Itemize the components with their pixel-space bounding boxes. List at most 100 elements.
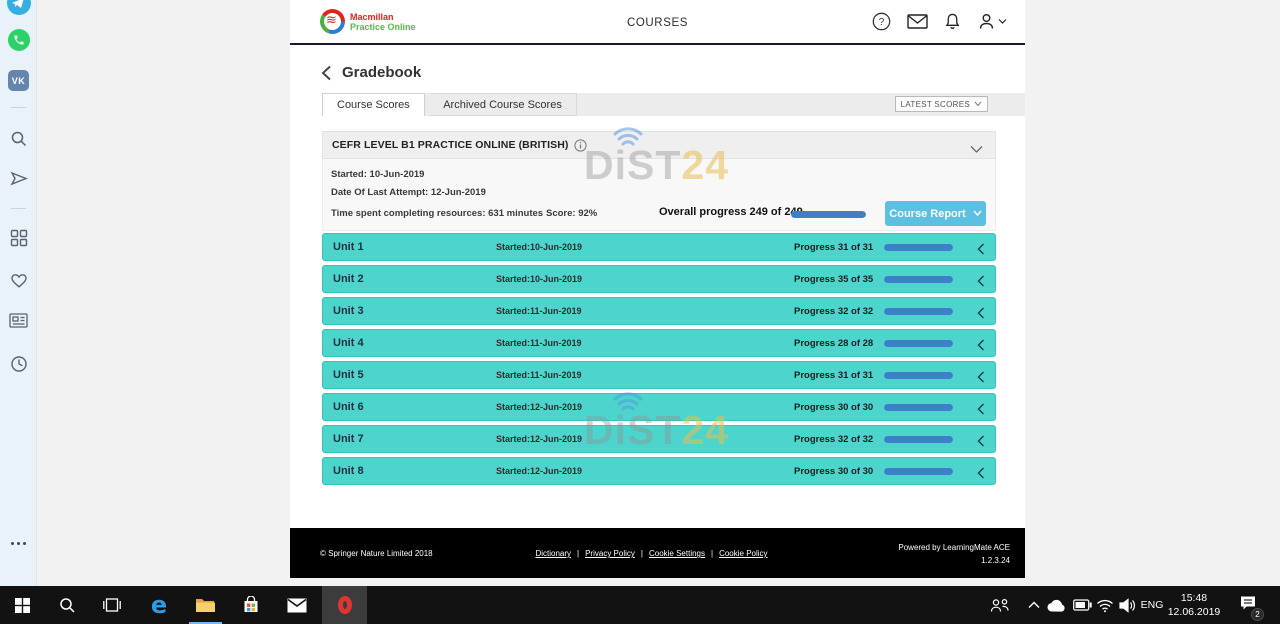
info-icon[interactable] bbox=[574, 139, 587, 152]
account-icon[interactable] bbox=[977, 12, 1007, 31]
unit-row[interactable]: Unit 4 Started:11-Jun-2019 Progress 28 o… bbox=[322, 329, 996, 357]
unit-name: Unit 8 bbox=[333, 465, 364, 477]
page-title: Gradebook bbox=[342, 64, 421, 81]
bookmarks-icon[interactable] bbox=[0, 272, 37, 289]
volume-icon[interactable] bbox=[1116, 586, 1138, 624]
mail-icon[interactable] bbox=[907, 14, 928, 29]
sidebar-divider bbox=[11, 107, 26, 108]
chevron-left-icon[interactable] bbox=[977, 370, 985, 388]
site-header: Macmillan Practice Online COURSES ? bbox=[290, 0, 1025, 45]
unit-progress: Progress 32 of 32 bbox=[794, 434, 873, 445]
unit-list: Unit 1 Started:10-Jun-2019 Progress 31 o… bbox=[322, 233, 996, 489]
search-icon[interactable] bbox=[0, 130, 37, 148]
wifi-icon[interactable] bbox=[1094, 586, 1116, 624]
speed-dial-icon[interactable] bbox=[0, 229, 37, 247]
action-center-icon[interactable]: 2 bbox=[1234, 586, 1262, 624]
chevron-down-icon bbox=[973, 210, 982, 217]
chevron-left-icon[interactable] bbox=[977, 274, 985, 292]
task-view-icon[interactable] bbox=[97, 586, 127, 624]
course-header[interactable]: CEFR LEVEL B1 PRACTICE ONLINE (BRITISH) bbox=[322, 131, 996, 159]
footer-link-separator: | bbox=[711, 549, 713, 558]
unit-name: Unit 5 bbox=[333, 369, 364, 381]
edge-icon[interactable]: e bbox=[144, 586, 174, 624]
chevron-left-icon[interactable] bbox=[977, 402, 985, 420]
unit-row[interactable]: Unit 6 Started:12-Jun-2019 Progress 30 o… bbox=[322, 393, 996, 421]
unit-row[interactable]: Unit 3 Started:11-Jun-2019 Progress 32 o… bbox=[322, 297, 996, 325]
notifications-icon[interactable] bbox=[944, 12, 961, 31]
unit-progress-bar bbox=[884, 436, 953, 443]
unit-row[interactable]: Unit 8 Started:12-Jun-2019 Progress 30 o… bbox=[322, 457, 996, 485]
chevron-left-icon[interactable] bbox=[977, 434, 985, 452]
unit-started: Started:12-Jun-2019 bbox=[496, 434, 582, 444]
news-icon[interactable] bbox=[0, 313, 37, 328]
people-icon[interactable] bbox=[988, 586, 1012, 624]
onedrive-icon[interactable] bbox=[1046, 586, 1068, 624]
unit-row[interactable]: Unit 2 Started:10-Jun-2019 Progress 35 o… bbox=[322, 265, 996, 293]
web-page: Macmillan Practice Online COURSES ? bbox=[290, 0, 1025, 578]
unit-started: Started:11-Jun-2019 bbox=[496, 370, 582, 380]
vk-icon[interactable]: VK bbox=[0, 70, 37, 91]
course-title: CEFR LEVEL B1 PRACTICE ONLINE (BRITISH) bbox=[323, 139, 568, 151]
taskbar-clock[interactable]: 15:48 12.06.2019 bbox=[1163, 591, 1225, 619]
taskbar-date: 12.06.2019 bbox=[1163, 605, 1225, 619]
start-icon[interactable] bbox=[8, 586, 36, 624]
course-overall-progress: Overall progress 249 of 249 bbox=[659, 206, 803, 218]
unit-progress: Progress 35 of 35 bbox=[794, 274, 873, 285]
unit-progress-bar bbox=[884, 372, 953, 379]
sort-dropdown[interactable]: LATEST SCORES bbox=[895, 96, 988, 112]
unit-started: Started:10-Jun-2019 bbox=[496, 242, 582, 252]
unit-progress: Progress 30 of 30 bbox=[794, 402, 873, 413]
back-icon[interactable] bbox=[321, 65, 332, 86]
whatsapp-icon[interactable] bbox=[0, 29, 37, 51]
battery-icon[interactable] bbox=[1071, 586, 1093, 624]
unit-progress-bar bbox=[884, 340, 953, 347]
footer-link-separator: | bbox=[577, 549, 579, 558]
store-icon[interactable] bbox=[236, 586, 266, 624]
my-flow-icon[interactable] bbox=[0, 170, 37, 187]
unit-progress-bar bbox=[884, 404, 953, 411]
hidden-icons-icon[interactable] bbox=[1026, 586, 1042, 624]
chevron-down-icon bbox=[974, 101, 982, 107]
tab-archived-course-scores[interactable]: Archived Course Scores bbox=[429, 93, 577, 116]
svg-text:?: ? bbox=[879, 17, 885, 28]
unit-row[interactable]: Unit 1 Started:10-Jun-2019 Progress 31 o… bbox=[322, 233, 996, 261]
taskbar-time: 15:48 bbox=[1163, 591, 1225, 605]
chevron-left-icon[interactable] bbox=[977, 306, 985, 324]
chevron-left-icon[interactable] bbox=[977, 242, 985, 260]
file-explorer-icon[interactable] bbox=[190, 586, 220, 624]
unit-started: Started:11-Jun-2019 bbox=[496, 306, 582, 316]
chevron-left-icon[interactable] bbox=[977, 338, 985, 356]
sidebar-divider bbox=[11, 208, 26, 209]
unit-progress-bar bbox=[884, 468, 953, 475]
unit-progress-bar bbox=[884, 308, 953, 315]
telegram-icon[interactable] bbox=[0, 0, 37, 15]
taskbar-mail-icon[interactable] bbox=[282, 586, 312, 624]
unit-progress: Progress 30 of 30 bbox=[794, 466, 873, 477]
course-score: Score: 92% bbox=[546, 208, 597, 219]
taskbar-search-icon[interactable] bbox=[52, 586, 82, 624]
footer-link[interactable]: Dictionary bbox=[535, 549, 571, 558]
footer-link[interactable]: Cookie Settings bbox=[649, 549, 705, 558]
unit-row[interactable]: Unit 5 Started:11-Jun-2019 Progress 31 o… bbox=[322, 361, 996, 389]
history-icon[interactable] bbox=[0, 355, 37, 373]
footer-link[interactable]: Cookie Policy bbox=[719, 549, 767, 558]
help-icon[interactable]: ? bbox=[872, 12, 891, 31]
course-last-attempt: Date Of Last Attempt: 12-Jun-2019 bbox=[331, 187, 486, 198]
overall-progress-bar bbox=[791, 211, 866, 218]
footer-powered-by: Powered by LearningMate ACE bbox=[898, 541, 1010, 554]
unit-started: Started:12-Jun-2019 bbox=[496, 466, 582, 476]
unit-name: Unit 7 bbox=[333, 433, 364, 445]
opera-icon[interactable] bbox=[322, 586, 367, 624]
language-indicator[interactable]: ENG bbox=[1138, 586, 1166, 624]
sort-dropdown-label: LATEST SCORES bbox=[901, 100, 970, 109]
unit-started: Started:10-Jun-2019 bbox=[496, 274, 582, 284]
chevron-down-icon[interactable] bbox=[970, 141, 983, 159]
tab-course-scores[interactable]: Course Scores bbox=[322, 93, 425, 116]
settings-icon[interactable] bbox=[0, 542, 37, 545]
footer-link-separator: | bbox=[641, 549, 643, 558]
unit-name: Unit 1 bbox=[333, 241, 364, 253]
unit-row[interactable]: Unit 7 Started:12-Jun-2019 Progress 32 o… bbox=[322, 425, 996, 453]
footer-link[interactable]: Privacy Policy bbox=[585, 549, 635, 558]
chevron-left-icon[interactable] bbox=[977, 466, 985, 484]
course-report-button[interactable]: Course Report bbox=[885, 201, 986, 226]
